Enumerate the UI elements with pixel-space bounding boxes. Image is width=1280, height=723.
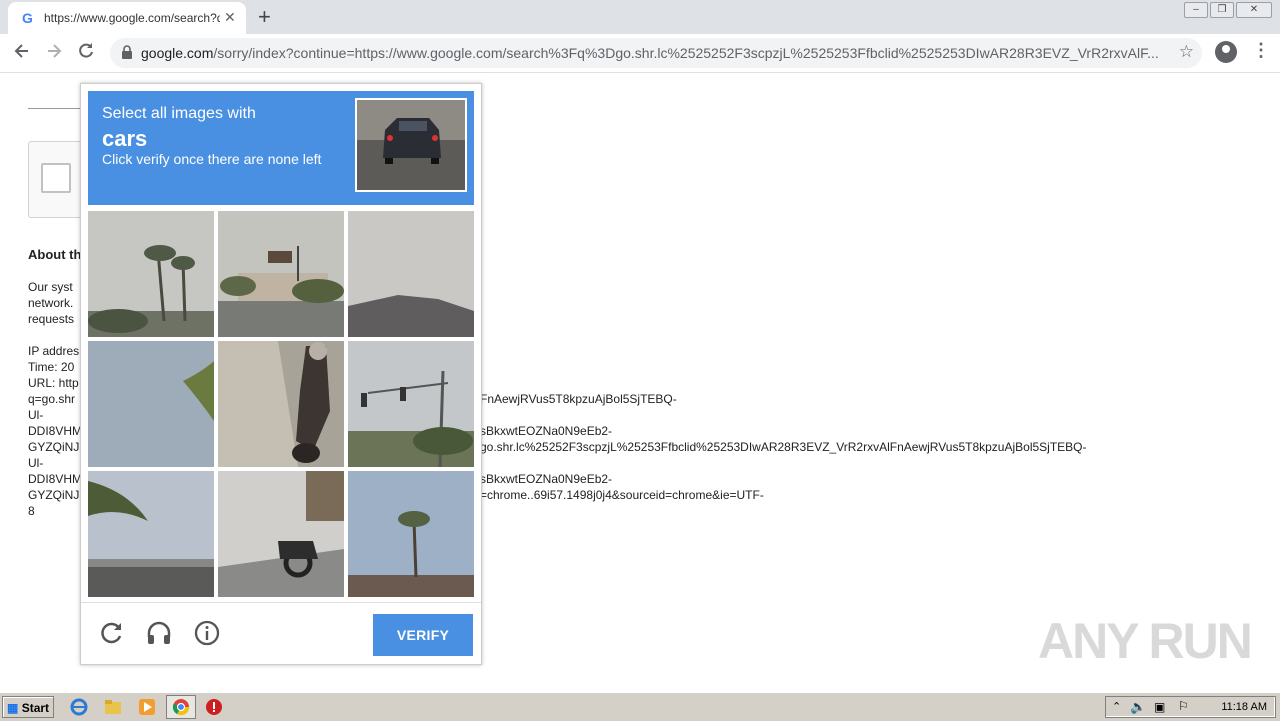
captcha-tile-2[interactable] bbox=[218, 211, 344, 337]
request-details-right-4: sBkxwtEOZNa0N9eEb2- bbox=[480, 472, 613, 486]
captcha-tile-6[interactable] bbox=[348, 341, 474, 467]
start-button[interactable]: ▦ Start bbox=[2, 696, 54, 718]
action-center-flag-icon[interactable]: ⚐ bbox=[1178, 699, 1189, 713]
captcha-tile-4[interactable] bbox=[88, 341, 214, 467]
bookmark-star-icon[interactable]: ☆ bbox=[1179, 42, 1194, 62]
anyrun-watermark: ANY RUN bbox=[1038, 613, 1253, 669]
back-arrow-icon bbox=[14, 44, 28, 58]
start-label: Start bbox=[21, 701, 50, 715]
back-button[interactable] bbox=[12, 41, 32, 67]
minimize-button[interactable]: – bbox=[1184, 2, 1208, 18]
forward-button[interactable] bbox=[44, 41, 64, 67]
windows-taskbar: ▦ Start ⌃ 🔈 ▣ ⚐ 11:18 AM bbox=[0, 692, 1280, 721]
instruction-hint: Click verify once there are none left bbox=[102, 151, 322, 167]
captcha-tile-7[interactable] bbox=[88, 471, 214, 597]
audio-challenge-icon[interactable] bbox=[145, 619, 173, 647]
captcha-tile-8[interactable] bbox=[218, 471, 344, 597]
antivirus-icon[interactable] bbox=[205, 698, 223, 716]
info-icon[interactable] bbox=[193, 619, 221, 647]
recaptcha-checkbox[interactable] bbox=[41, 163, 71, 193]
taskbar-clock[interactable]: 11:18 AM bbox=[1221, 701, 1267, 713]
request-details-right-2: sBkxwtEOZNa0N9eEb2- bbox=[480, 424, 613, 438]
request-details-right-1: FnAewjRVus5T8kpzuAjBol5SjTEBQ- bbox=[480, 392, 677, 406]
reload-button[interactable] bbox=[76, 41, 96, 67]
profile-avatar-icon[interactable] bbox=[1215, 41, 1237, 63]
request-details-right-5: =chrome..69i57.1498j0j4&sourceid=chrome&… bbox=[480, 488, 764, 502]
address-bar[interactable]: google.com/sorry/index?continue=https://… bbox=[110, 38, 1202, 68]
captcha-footer: VERIFY bbox=[81, 602, 481, 665]
request-details-right-3: go.shr.lc%25252F3scpzjL%25253Ffbclid%252… bbox=[480, 440, 1087, 454]
about-paragraph: Our syst network. requests bbox=[28, 280, 75, 326]
browser-tab[interactable]: G https://www.google.com/search?q= ✕ bbox=[8, 2, 246, 34]
instruction-target: cars bbox=[102, 126, 148, 151]
tab-close-icon[interactable]: ✕ bbox=[224, 9, 236, 26]
captcha-instructions: Select all images with cars Click verify… bbox=[88, 91, 474, 205]
show-hidden-icons-icon[interactable]: ⌃ bbox=[1112, 700, 1121, 713]
volume-icon[interactable]: 🔈 bbox=[1130, 699, 1146, 715]
tab-title: https://www.google.com/search?q= bbox=[44, 11, 220, 25]
windows-logo-icon: ▦ bbox=[7, 701, 19, 715]
close-window-button[interactable]: ✕ bbox=[1236, 2, 1272, 18]
reload-icon bbox=[79, 43, 93, 58]
chrome-taskbar-button[interactable] bbox=[166, 695, 196, 719]
media-player-icon[interactable] bbox=[138, 698, 156, 716]
forward-arrow-icon bbox=[48, 44, 62, 58]
internet-explorer-icon[interactable] bbox=[70, 698, 88, 716]
captcha-tile-3[interactable] bbox=[348, 211, 474, 337]
chrome-icon bbox=[172, 699, 190, 716]
captcha-challenge-dialog: Select all images with cars Click verify… bbox=[80, 83, 482, 665]
about-heading: About th bbox=[28, 247, 82, 262]
captcha-tile-5[interactable] bbox=[218, 341, 344, 467]
network-icon[interactable]: ▣ bbox=[1154, 700, 1165, 714]
instruction-line: Select all images with bbox=[102, 105, 256, 122]
system-tray: ⌃ 🔈 ▣ ⚐ 11:18 AM bbox=[1105, 696, 1276, 718]
sample-car-image bbox=[355, 98, 467, 192]
new-tab-button[interactable]: + bbox=[258, 4, 271, 30]
restore-button[interactable]: ❐ bbox=[1210, 2, 1234, 18]
lock-icon[interactable] bbox=[120, 44, 134, 65]
google-favicon-icon: G bbox=[22, 10, 33, 26]
chrome-menu-icon[interactable]: ⋮ bbox=[1252, 40, 1270, 61]
reload-challenge-icon[interactable] bbox=[97, 619, 125, 647]
browser-toolbar: google.com/sorry/index?continue=https://… bbox=[0, 34, 1280, 73]
verify-button[interactable]: VERIFY bbox=[373, 614, 473, 656]
divider bbox=[28, 108, 88, 109]
file-explorer-icon[interactable] bbox=[104, 698, 122, 716]
url-text[interactable]: google.com/sorry/index?continue=https://… bbox=[141, 45, 1171, 61]
tab-strip: G https://www.google.com/search?q= ✕ + –… bbox=[0, 0, 1280, 34]
request-details: IP addres Time: 20 URL: http q=go.shr Ul… bbox=[28, 344, 83, 518]
captcha-tile-9[interactable] bbox=[348, 471, 474, 597]
captcha-tile-1[interactable] bbox=[88, 211, 214, 337]
